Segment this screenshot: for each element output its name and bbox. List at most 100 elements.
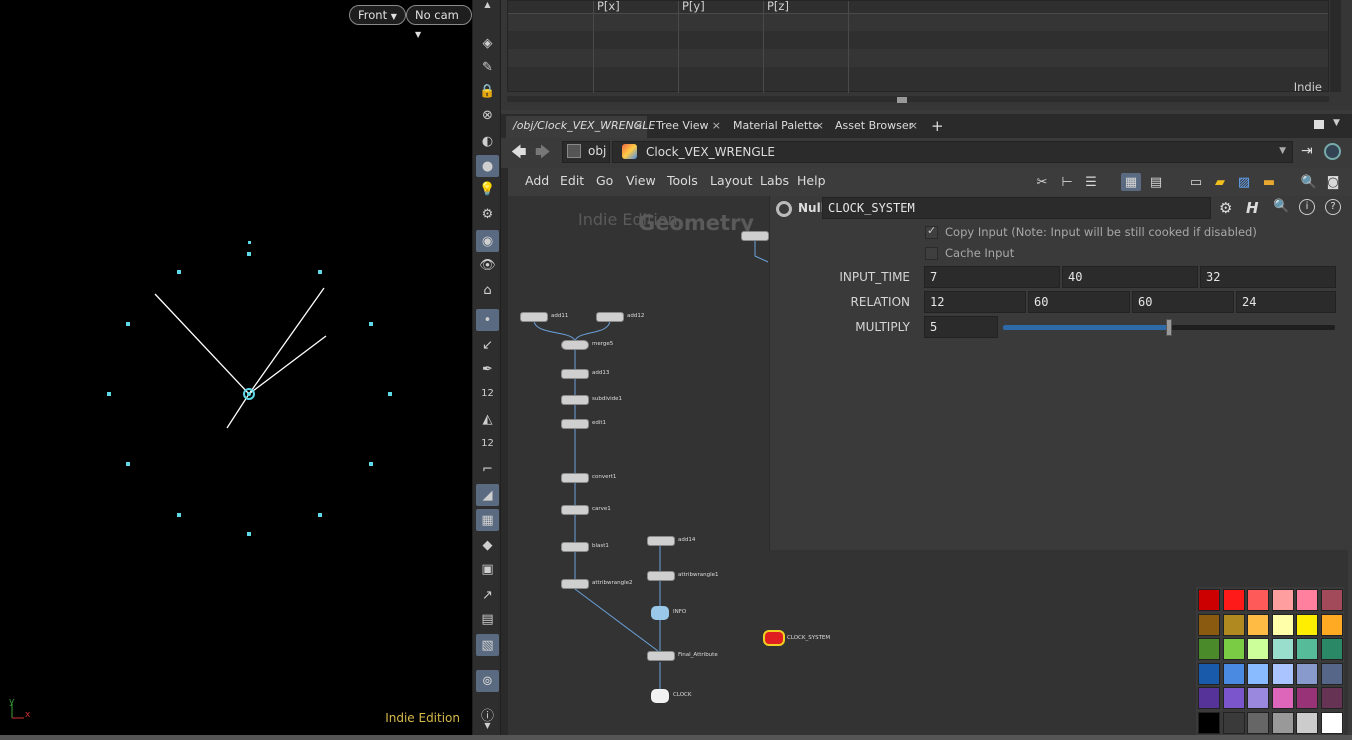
close-icon[interactable]: × — [634, 116, 643, 136]
point-numbers-icon[interactable]: 12 — [476, 382, 499, 404]
color-swatch[interactable] — [1320, 662, 1343, 685]
menu-help[interactable]: Help — [797, 173, 826, 188]
relation-field-4[interactable]: 24 — [1236, 291, 1336, 313]
node-add11[interactable] — [520, 312, 548, 322]
search-icon[interactable]: 🔍 — [1273, 199, 1289, 214]
color-swatch[interactable] — [1222, 687, 1245, 709]
cache-input-checkbox[interactable] — [925, 247, 938, 260]
color-swatch[interactable] — [1320, 687, 1343, 709]
brush-icon[interactable]: ↙ — [476, 334, 499, 356]
color-swatch[interactable] — [1271, 711, 1294, 734]
relation-field-1[interactable]: 12 — [924, 291, 1026, 313]
pane-splitter-handle[interactable] — [897, 97, 907, 103]
sticky-note-icon[interactable]: ▰ — [1210, 173, 1230, 191]
color-swatch[interactable] — [1247, 589, 1269, 611]
pane-menu-icon[interactable]: ▼ — [1333, 118, 1340, 128]
link-pane-icon[interactable] — [1324, 143, 1341, 160]
color-swatch[interactable] — [1296, 711, 1318, 734]
tab-tree-view[interactable]: Tree View × — [649, 116, 725, 138]
color-swatch[interactable] — [1247, 711, 1269, 734]
color-swatch[interactable] — [1271, 613, 1294, 636]
input-time-field-1[interactable]: 7 — [924, 266, 1060, 288]
transform-icon[interactable]: ↗ — [476, 584, 499, 606]
color-swatch[interactable] — [1296, 589, 1318, 611]
multiply-field[interactable]: 5 — [924, 316, 998, 338]
chevron-down-icon[interactable]: ▼ — [1279, 146, 1286, 156]
color-swatch[interactable] — [1222, 589, 1245, 611]
normals-icon[interactable]: ◭ — [476, 408, 499, 430]
color-swatch[interactable] — [1247, 662, 1269, 685]
selection-icon[interactable]: ● — [476, 155, 499, 177]
grid-icon[interactable]: ▣ — [476, 558, 499, 580]
help-icon[interactable]: ? — [1325, 199, 1341, 215]
display-icon[interactable]: ◉ — [476, 230, 499, 252]
pin-icon[interactable]: ⊚ — [476, 670, 499, 692]
column-header-pz[interactable]: P[z] — [767, 0, 789, 13]
color-swatch[interactable] — [1271, 687, 1294, 709]
color-swatch[interactable] — [1222, 613, 1245, 636]
color-swatch[interactable] — [1222, 662, 1245, 685]
menu-go[interactable]: Go — [596, 173, 613, 188]
gear-icon[interactable]: ⚙ — [1219, 199, 1232, 217]
prim-numbers-icon[interactable]: 12 — [476, 432, 499, 454]
tab-asset-browser[interactable]: Asset Browser × — [828, 116, 922, 138]
close-icon[interactable]: × — [712, 116, 721, 136]
light-icon[interactable]: 💡 — [476, 178, 499, 200]
shading-icon[interactable]: ◐ — [476, 130, 499, 152]
color-swatch[interactable] — [1247, 638, 1269, 660]
menu-labs[interactable]: Labs — [760, 173, 789, 188]
node-carve1[interactable] — [561, 505, 589, 515]
copy-input-checkbox[interactable]: ✓ — [925, 224, 938, 239]
path-node-field[interactable]: Clock_VEX_WRENGLE ▼ — [612, 141, 1293, 163]
tree-layout-icon[interactable]: ⊢ — [1057, 173, 1077, 191]
texture-icon[interactable]: ▦ — [476, 509, 499, 531]
color-swatch[interactable] — [1198, 638, 1220, 660]
color-swatch[interactable] — [1271, 638, 1294, 660]
list-view-icon[interactable]: ☰ — [1081, 173, 1101, 191]
node-add14[interactable] — [647, 536, 675, 546]
node-info[interactable] — [651, 606, 669, 620]
maximize-pane-icon[interactable] — [1314, 120, 1324, 129]
node-final-attribute[interactable] — [647, 651, 675, 661]
menu-view[interactable]: View — [626, 173, 656, 188]
menu-add[interactable]: Add — [525, 173, 549, 188]
camera-view-icon[interactable]: ◙ — [1323, 173, 1343, 191]
node-type-gear-icon[interactable] — [776, 201, 792, 217]
info-icon[interactable]: i — [1299, 199, 1315, 215]
multiply-slider-track[interactable] — [1003, 319, 1335, 336]
pen-icon[interactable]: ✒ — [476, 358, 499, 380]
network-view-icon[interactable]: ▦ — [1121, 173, 1141, 191]
input-time-field-3[interactable]: 32 — [1200, 266, 1336, 288]
color-swatch[interactable] — [1247, 613, 1269, 636]
multiply-slider-handle[interactable] — [1166, 319, 1172, 336]
color-swatch[interactable] — [1198, 711, 1220, 734]
node-add13[interactable] — [561, 369, 589, 379]
color-swatch[interactable] — [1320, 711, 1343, 734]
wireframe-icon[interactable]: ◢ — [476, 484, 499, 506]
image-icon[interactable]: ▨ — [1234, 173, 1254, 191]
object-icon[interactable]: ▤ — [476, 608, 499, 630]
parameters-pane-icon[interactable]: ▭ — [1186, 173, 1206, 191]
color-swatch[interactable] — [1296, 662, 1318, 685]
column-header-py[interactable]: P[y] — [682, 0, 705, 13]
color-swatch[interactable] — [1296, 687, 1318, 709]
node-name-field[interactable]: CLOCK_SYSTEM — [822, 197, 1211, 219]
node-blast1[interactable] — [561, 542, 589, 552]
grid-view-icon[interactable]: ▤ — [1146, 173, 1166, 191]
lock-icon[interactable]: 🔒 — [476, 80, 499, 102]
camera-icon[interactable]: ⚙ — [476, 203, 499, 225]
point-display-icon[interactable]: • — [476, 309, 499, 331]
node-offscreen[interactable] — [741, 231, 769, 241]
menu-layout[interactable]: Layout — [710, 173, 753, 188]
relation-field-2[interactable]: 60 — [1028, 291, 1130, 313]
node-subdivide1[interactable] — [561, 395, 589, 405]
forward-arrow-icon[interactable]: 🡆 — [535, 142, 551, 167]
color-swatch[interactable] — [1198, 589, 1220, 611]
color-swatch[interactable] — [1247, 687, 1269, 709]
visibility-icon[interactable]: 👁 — [476, 254, 499, 276]
render-icon[interactable]: ⌂ — [476, 279, 499, 301]
tab-network[interactable]: /obj/Clock_VEX_WRENGLE × — [506, 116, 655, 138]
tab-material-palette[interactable]: Material Palette × — [726, 116, 828, 138]
color-swatch[interactable] — [1320, 638, 1343, 660]
color-swatch[interactable] — [1296, 638, 1318, 660]
